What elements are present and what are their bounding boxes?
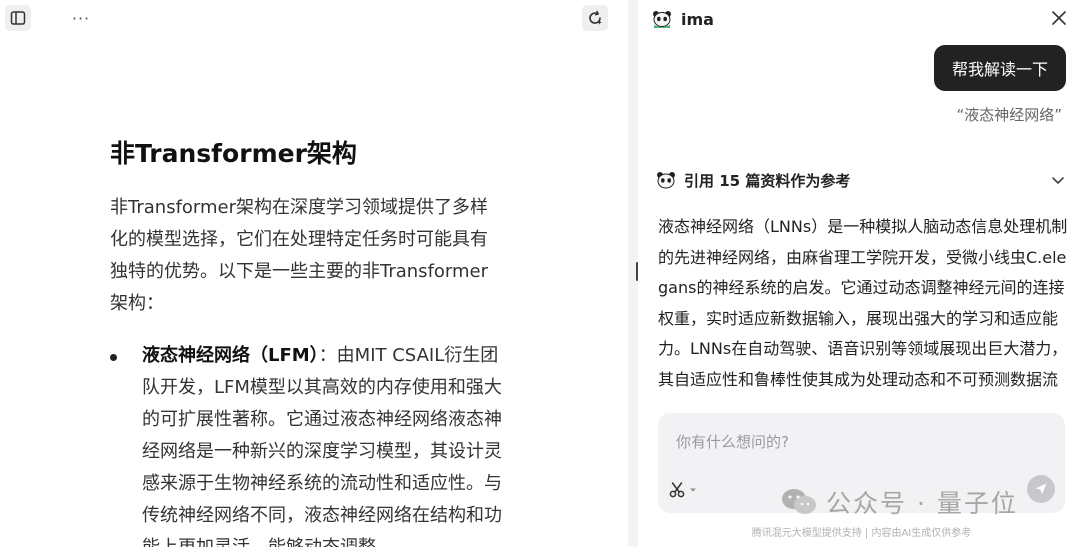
refresh-spark-icon	[589, 10, 602, 25]
assistant-answer: 液态神经网络（LNNs）是一种模拟人脑动态信息处理机制的先进神经网络，由麻省理工…	[658, 212, 1068, 394]
sidebar-icon	[10, 11, 26, 25]
document-heading: 非Transformer架构	[110, 139, 357, 168]
more-icon: ···	[71, 8, 91, 28]
scissors-icon	[669, 482, 685, 498]
list-item-title: 液态神经网络（LFM）	[142, 345, 319, 366]
watermark-text: 公众号 · 量子位	[826, 489, 1018, 518]
references-toggle[interactable]: 引用 15 篇资料作为参考	[656, 168, 1066, 192]
document-toolbar: ···	[0, 0, 628, 36]
document-intro: 非Transformer架构在深度学习领域提供了多样化的模型选择，它们在处理特定…	[110, 197, 489, 314]
send-button[interactable]	[1027, 475, 1055, 503]
list-item-text: ：由MIT CSAIL衍生团队开发，LFM模型以其高效的内存使用和强大的可扩展性…	[142, 345, 502, 547]
assistant-title: ima	[681, 9, 714, 29]
chevron-down-icon	[1052, 177, 1064, 184]
question-input[interactable]	[676, 431, 1036, 453]
document-body: 非Transformer架构 非Transformer架构在深度学习领域提供了多…	[110, 138, 505, 547]
bullet	[110, 354, 117, 361]
list-item: 液态神经网络（LFM）：由MIT CSAIL衍生团队开发，LFM模型以其高效的内…	[110, 340, 505, 547]
document-pane: ··· 非Transformer架构 非Transformer架构在深度学习领域…	[0, 0, 628, 547]
watermark: 公众号 · 量子位	[780, 482, 1018, 522]
assistant-pane: ima 帮我解读一下 “液态神经网络” 引用 15 篇资料作为参考 液态神经网络…	[638, 0, 1080, 547]
close-button[interactable]	[1050, 9, 1068, 27]
screenshot-tool-button[interactable]	[668, 479, 702, 501]
references-label: 引用 15 篇资料作为参考	[684, 171, 851, 190]
close-icon	[1052, 11, 1066, 25]
quoted-text: “液态神经网络”	[956, 106, 1062, 124]
wechat-icon	[782, 489, 816, 514]
caret-down-icon	[690, 488, 696, 492]
more-options-button[interactable]: ···	[68, 5, 94, 31]
panda-logo-icon	[653, 11, 671, 28]
disclaimer-note: 腾讯混元大模型提供支持 | 内容由AI生成仅供参考	[751, 528, 972, 539]
panda-avatar-icon	[657, 172, 675, 189]
assistant-header: ima	[652, 6, 714, 32]
ai-refresh-button[interactable]	[582, 5, 608, 31]
send-icon	[1035, 483, 1047, 495]
user-message-bubble: 帮我解读一下	[933, 45, 1066, 91]
toggle-sidebar-button[interactable]	[5, 5, 31, 31]
answer-text: 液态神经网络（LNNs）是一种模拟人脑动态信息处理机制的先进神经网络，由麻省理工…	[658, 217, 1068, 389]
architecture-list: 液态神经网络（LFM）：由MIT CSAIL衍生团队开发，LFM模型以其高效的内…	[110, 340, 505, 547]
